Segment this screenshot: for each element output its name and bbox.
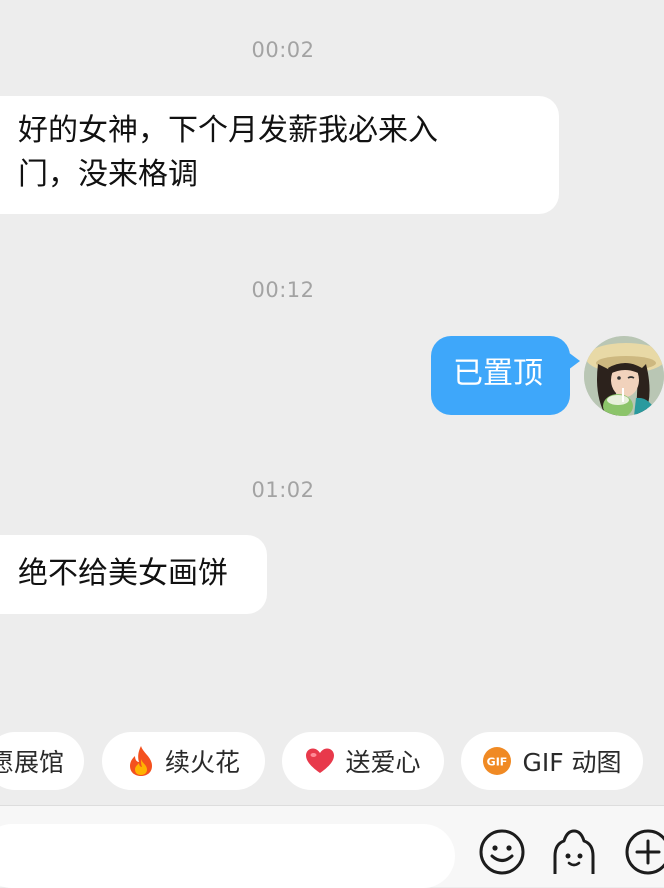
chip-label: 送爱心	[345, 748, 421, 777]
gif-chip[interactable]: GIF GIF 动图	[461, 732, 643, 790]
heart-chip[interactable]: 送爱心	[282, 732, 444, 790]
heart-icon	[305, 747, 335, 775]
message-text: 绝不给美女画饼	[18, 556, 228, 591]
quick-action-bar: 愿展馆 续火花 送爱心 GIF GIF 动图	[0, 732, 664, 792]
timestamp: 01:02	[251, 478, 315, 502]
chip-label: 续火花	[164, 748, 240, 777]
sticker-icon[interactable]	[549, 828, 599, 880]
chip-label: 愿展馆	[0, 748, 64, 777]
emoji-icon[interactable]	[478, 828, 526, 880]
message-text-line: 门，没来格调	[18, 157, 198, 192]
input-bar	[0, 805, 664, 888]
message-input[interactable]	[0, 824, 455, 888]
timestamp: 00:12	[251, 278, 315, 302]
message-text-line: 好的女神，下个月发薪我必来入	[18, 113, 438, 148]
incoming-message-bubble[interactable]: 好的女神，下个月发薪我必来入 门，没来格调	[0, 96, 559, 214]
fire-icon	[127, 745, 155, 777]
outgoing-message-bubble[interactable]: 已置顶	[431, 336, 580, 415]
incoming-message-bubble[interactable]: 绝不给美女画饼	[0, 535, 267, 614]
quick-action-chip[interactable]: 愿展馆	[0, 732, 84, 790]
message-text: 已置顶	[453, 356, 543, 391]
plus-icon[interactable]	[624, 828, 664, 880]
timestamp: 00:02	[251, 38, 315, 62]
fire-chip[interactable]: 续火花	[102, 732, 265, 790]
gif-icon: GIF	[482, 746, 512, 776]
avatar[interactable]	[584, 336, 664, 416]
svg-text:GIF: GIF	[487, 756, 508, 769]
chip-label: GIF 动图	[522, 748, 622, 777]
